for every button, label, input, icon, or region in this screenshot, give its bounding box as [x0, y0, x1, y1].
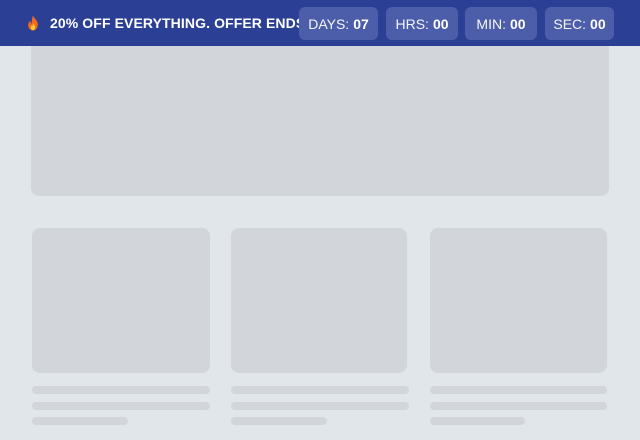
countdown-seconds: SEC: 00 [545, 7, 614, 40]
text-line-placeholder [231, 386, 409, 394]
text-line-placeholder [231, 417, 327, 425]
countdown-minutes-value: 00 [509, 15, 526, 32]
countdown-days-value: 07 [353, 15, 369, 32]
countdown-hours-label: HRS: [395, 15, 429, 32]
countdown-minutes-label: MIN: [476, 15, 506, 32]
countdown-minutes: MIN: 00 [465, 7, 537, 40]
countdown-seconds-label: SEC: [553, 15, 587, 32]
countdown-days: DAYS: 07 [299, 7, 378, 40]
countdown-seconds-value: 00 [590, 15, 606, 32]
promo-text: 20% OFF EVERYTHING. OFFER ENDS IN [50, 15, 324, 31]
text-line-placeholder [430, 417, 525, 425]
card-image-placeholder [231, 228, 407, 373]
card-image-placeholder [32, 228, 210, 373]
countdown-days-label: DAYS: [308, 15, 350, 32]
countdown-hours-value: 00 [432, 15, 449, 32]
card-image-placeholder [430, 228, 607, 373]
text-line-placeholder [430, 386, 607, 394]
text-line-placeholder [32, 386, 210, 394]
text-line-placeholder [32, 402, 210, 410]
fire-icon [26, 15, 40, 31]
promo-banner: 20% OFF EVERYTHING. OFFER ENDS IN DAYS: … [0, 0, 640, 46]
hero-placeholder [31, 46, 609, 196]
countdown-hours: HRS: 00 [386, 7, 458, 40]
text-line-placeholder [32, 417, 128, 425]
text-line-placeholder [430, 402, 607, 410]
text-line-placeholder [231, 402, 409, 410]
